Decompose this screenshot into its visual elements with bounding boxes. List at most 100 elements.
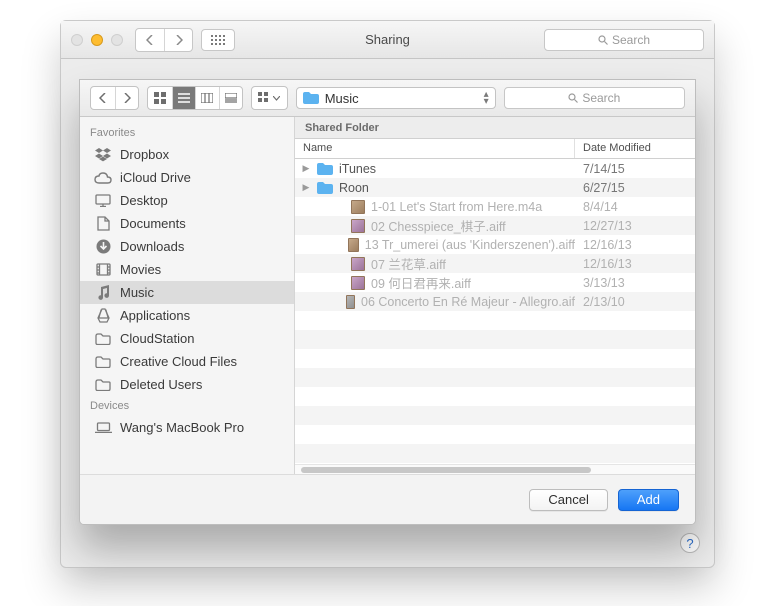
sidebar-item-label: Wang's MacBook Pro xyxy=(120,420,244,435)
sidebar-item-applications[interactable]: Applications xyxy=(80,304,294,327)
view-segment xyxy=(147,86,243,110)
sheet-search-field[interactable]: Search xyxy=(504,87,685,109)
chevron-down-icon xyxy=(273,96,280,101)
file-date: 3/13/13 xyxy=(575,276,695,290)
empty-row xyxy=(295,368,695,387)
audio-file-icon xyxy=(351,276,365,290)
file-name: 06 Concerto En Ré Majeur - Allegro.aif xyxy=(361,295,575,309)
file-browser: Shared Folder Name Date Modified ▶iTunes… xyxy=(295,117,695,474)
sidebar-item-label: Deleted Users xyxy=(120,377,202,392)
column-name[interactable]: Name xyxy=(295,139,575,158)
column-view-button[interactable] xyxy=(195,87,219,109)
sidebar-item-deleted-users[interactable]: Deleted Users xyxy=(80,373,294,396)
nav-back-forward xyxy=(135,28,193,52)
sidebar-item-dropbox[interactable]: Dropbox xyxy=(80,143,294,166)
file-row[interactable]: ▶iTunes7/14/15 xyxy=(295,159,695,178)
prefs-search-field[interactable]: Search xyxy=(544,29,704,51)
show-all-button[interactable] xyxy=(201,29,235,51)
sidebar-item-label: CloudStation xyxy=(120,331,194,346)
sidebar-item-wang-s-macbook-pro[interactable]: Wang's MacBook Pro xyxy=(80,416,294,439)
icon-view-button[interactable] xyxy=(148,87,171,109)
sidebar-item-icloud-drive[interactable]: iCloud Drive xyxy=(80,166,294,189)
help-button[interactable]: ? xyxy=(680,533,700,553)
sheet-footer: Cancel Add xyxy=(80,474,695,524)
sheet-toolbar: Music ▴▾ Search xyxy=(80,80,695,116)
sidebar-item-desktop[interactable]: Desktop xyxy=(80,189,294,212)
file-date: 2/13/10 xyxy=(575,295,695,309)
sidebar-item-cloudstation[interactable]: CloudStation xyxy=(80,327,294,350)
back-button[interactable] xyxy=(91,87,115,109)
cancel-button[interactable]: Cancel xyxy=(529,489,607,511)
audio-file-icon xyxy=(346,295,355,309)
file-date: 8/4/14 xyxy=(575,200,695,214)
folder-icon xyxy=(94,356,112,368)
empty-row xyxy=(295,425,695,444)
empty-row xyxy=(295,349,695,368)
applications-icon xyxy=(94,308,112,323)
file-name: 07 兰花草.aiff xyxy=(371,254,446,273)
empty-row xyxy=(295,330,695,349)
updown-arrows-icon: ▴▾ xyxy=(484,91,489,105)
sidebar-item-downloads[interactable]: Downloads xyxy=(80,235,294,258)
coverflow-view-button[interactable] xyxy=(219,87,243,109)
downloads-icon xyxy=(94,239,112,254)
folder-icon xyxy=(303,92,319,104)
music-icon xyxy=(94,285,112,300)
forward-button[interactable] xyxy=(115,87,139,109)
search-icon xyxy=(568,93,578,103)
sidebar-item-documents[interactable]: Documents xyxy=(80,212,294,235)
zoom-window-button[interactable] xyxy=(111,34,123,46)
sidebar-item-movies[interactable]: Movies xyxy=(80,258,294,281)
column-headers: Name Date Modified xyxy=(295,139,695,159)
add-button[interactable]: Add xyxy=(618,489,679,511)
file-row: 06 Concerto En Ré Majeur - Allegro.aif2/… xyxy=(295,292,695,311)
sidebar-item-creative-cloud-files[interactable]: Creative Cloud Files xyxy=(80,350,294,373)
back-button[interactable] xyxy=(136,29,164,51)
parent-titlebar: Sharing Search xyxy=(61,21,714,59)
search-placeholder: Search xyxy=(612,33,650,47)
location-popup[interactable]: Music ▴▾ xyxy=(296,87,496,109)
nav-segment xyxy=(90,86,139,110)
sidebar-item-music[interactable]: Music xyxy=(80,281,294,304)
search-placeholder: Search xyxy=(582,91,620,105)
scrollbar-thumb[interactable] xyxy=(301,467,591,473)
folder-icon xyxy=(94,379,112,391)
folder-icon xyxy=(317,161,333,177)
file-row: 09 何日君再来.aiff 3/13/13 xyxy=(295,273,695,292)
sidebar-item-label: Desktop xyxy=(120,193,168,208)
sidebar-item-label: Applications xyxy=(120,308,190,323)
file-row[interactable]: ▶Roon6/27/15 xyxy=(295,178,695,197)
arrange-button[interactable] xyxy=(252,87,286,109)
sidebar-group-label: Devices xyxy=(80,396,294,416)
close-window-button[interactable] xyxy=(71,34,83,46)
disclosure-triangle[interactable]: ▶ xyxy=(301,163,311,174)
file-list[interactable]: ▶iTunes7/14/15▶Roon6/27/15 1-01 Let's Sta… xyxy=(295,159,695,464)
file-name: 1-01 Let's Start from Here.m4a xyxy=(371,200,542,214)
desktop-icon xyxy=(94,194,112,207)
dropbox-icon xyxy=(94,148,112,162)
file-name: 09 何日君再来.aiff xyxy=(371,273,471,292)
column-date-modified[interactable]: Date Modified xyxy=(575,139,695,158)
minimize-window-button[interactable] xyxy=(91,34,103,46)
sidebar-item-label: iCloud Drive xyxy=(120,170,191,185)
audio-file-icon xyxy=(351,257,365,271)
cloud-icon xyxy=(94,172,112,184)
horizontal-scrollbar[interactable] xyxy=(295,464,695,474)
forward-button[interactable] xyxy=(164,29,192,51)
file-row: 07 兰花草.aiff 12/16/13 xyxy=(295,254,695,273)
file-row: 02 Chesspiece_棋子.aiff12/27/13 xyxy=(295,216,695,235)
list-view-button[interactable] xyxy=(172,87,196,109)
audio-file-icon xyxy=(351,219,365,233)
file-date: 12/16/13 xyxy=(575,257,695,271)
file-date: 6/27/15 xyxy=(575,181,695,195)
empty-row xyxy=(295,311,695,330)
disclosure-triangle[interactable]: ▶ xyxy=(301,182,311,193)
folder-icon xyxy=(94,333,112,345)
laptop-icon xyxy=(94,422,112,433)
file-date: 12/27/13 xyxy=(575,219,695,233)
sidebar-item-label: Downloads xyxy=(120,239,184,254)
sheet-title: Shared Folder xyxy=(295,117,695,139)
sidebar[interactable]: FavoritesDropboxiCloud DriveDesktopDocum… xyxy=(80,117,295,474)
movies-icon xyxy=(94,263,112,276)
audio-file-icon xyxy=(351,200,365,214)
